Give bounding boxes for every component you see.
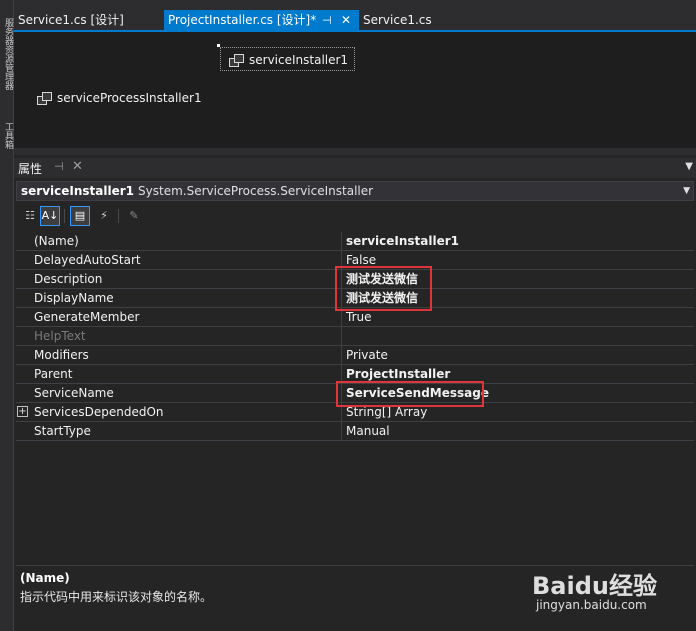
toolbar-separator bbox=[118, 209, 119, 223]
watermark-url: jingyan.baidu.com bbox=[536, 598, 647, 612]
close-icon[interactable]: ✕ bbox=[341, 10, 351, 31]
property-name: DisplayName bbox=[34, 291, 114, 305]
watermark-logo: Baidu经验 bbox=[532, 572, 657, 600]
property-name: (Name) bbox=[34, 234, 79, 248]
properties-toolbar: ☷ A↓ ▤ ⚡ ✎ bbox=[16, 205, 694, 227]
events-icon[interactable]: ⚡ bbox=[94, 206, 114, 226]
property-name: Description bbox=[34, 272, 103, 286]
property-grid: (Name) serviceInstaller1 DelayedAutoStart… bbox=[16, 232, 694, 441]
object-type: System.ServiceProcess.ServiceInstaller bbox=[138, 184, 374, 198]
pin-icon[interactable]: ⊣ bbox=[54, 160, 64, 173]
property-value[interactable]: Private bbox=[346, 346, 694, 364]
component-service-process-installer[interactable]: serviceProcessInstaller1 bbox=[37, 86, 237, 110]
highlight-box bbox=[335, 266, 432, 311]
property-row[interactable]: StartType Manual bbox=[16, 422, 694, 441]
tab-service1-code[interactable]: Service1.cs bbox=[359, 10, 459, 31]
toolbar-separator bbox=[64, 209, 65, 223]
property-name: ServiceName bbox=[34, 386, 114, 400]
property-name: ServicesDependedOn bbox=[34, 405, 164, 419]
designer-surface[interactable]: serviceInstaller1 serviceProcessInstalle… bbox=[14, 32, 696, 148]
property-row[interactable]: HelpText bbox=[16, 327, 694, 346]
property-name: StartType bbox=[34, 424, 91, 438]
component-label: serviceProcessInstaller1 bbox=[57, 91, 202, 105]
property-name: GenerateMember bbox=[34, 310, 140, 324]
object-name: serviceInstaller1 bbox=[21, 184, 135, 198]
toolbox-tab[interactable]: 工具箱 bbox=[1, 118, 13, 152]
property-row[interactable]: Modifiers Private bbox=[16, 346, 694, 365]
alphabetical-icon[interactable]: A↓ bbox=[40, 206, 60, 226]
properties-icon[interactable]: ▤ bbox=[70, 206, 90, 226]
tab-label: ProjectInstaller.cs [设计]* bbox=[168, 13, 317, 27]
component-service-installer[interactable]: serviceInstaller1 bbox=[220, 47, 355, 71]
component-icon bbox=[229, 53, 245, 68]
server-explorer-tab[interactable]: 服务器资源管理器 bbox=[1, 4, 13, 104]
object-selector[interactable]: serviceInstaller1 System.ServiceProcess.S… bbox=[16, 181, 694, 201]
close-icon[interactable]: ✕ bbox=[72, 159, 83, 174]
tab-label: Service1.cs [设计] bbox=[18, 13, 124, 27]
window-menu-icon[interactable]: ▼ bbox=[685, 161, 693, 172]
properties-window: 属性 ⊣ ✕ ▼ serviceInstaller1 System.Service… bbox=[14, 155, 696, 631]
component-label: serviceInstaller1 bbox=[249, 53, 349, 67]
tab-projectinstaller-design[interactable]: ProjectInstaller.cs [设计]* ⊣ ✕ bbox=[164, 10, 359, 31]
categorized-icon[interactable]: ☷ bbox=[20, 206, 40, 226]
chevron-down-icon[interactable]: ▼ bbox=[683, 182, 690, 200]
expand-icon[interactable]: + bbox=[17, 406, 28, 417]
tab-service1-design[interactable]: Service1.cs [设计] bbox=[14, 10, 162, 31]
property-name: DelayedAutoStart bbox=[34, 253, 141, 267]
property-value[interactable]: serviceInstaller1 bbox=[346, 232, 694, 250]
baidu-watermark: Baidu经验 jingyan.baidu.com bbox=[532, 566, 662, 626]
property-name: HelpText bbox=[34, 329, 86, 343]
highlight-box bbox=[336, 381, 484, 407]
property-name: Modifiers bbox=[34, 348, 89, 362]
component-icon bbox=[37, 91, 53, 106]
property-name: Parent bbox=[34, 367, 73, 381]
document-tab-bar: Service1.cs [设计] ProjectInstaller.cs [设计… bbox=[14, 10, 696, 31]
property-pages-icon[interactable]: ✎ bbox=[124, 206, 144, 226]
pin-icon[interactable]: ⊣ bbox=[322, 10, 332, 31]
left-tool-strip: 服务器资源管理器 工具箱 bbox=[0, 0, 14, 631]
property-row[interactable]: (Name) serviceInstaller1 bbox=[16, 232, 694, 251]
properties-title: 属性 bbox=[18, 162, 43, 176]
tab-label: Service1.cs bbox=[363, 13, 432, 27]
property-value[interactable]: Manual bbox=[346, 422, 694, 440]
properties-header: 属性 ⊣ ✕ ▼ bbox=[14, 158, 696, 178]
